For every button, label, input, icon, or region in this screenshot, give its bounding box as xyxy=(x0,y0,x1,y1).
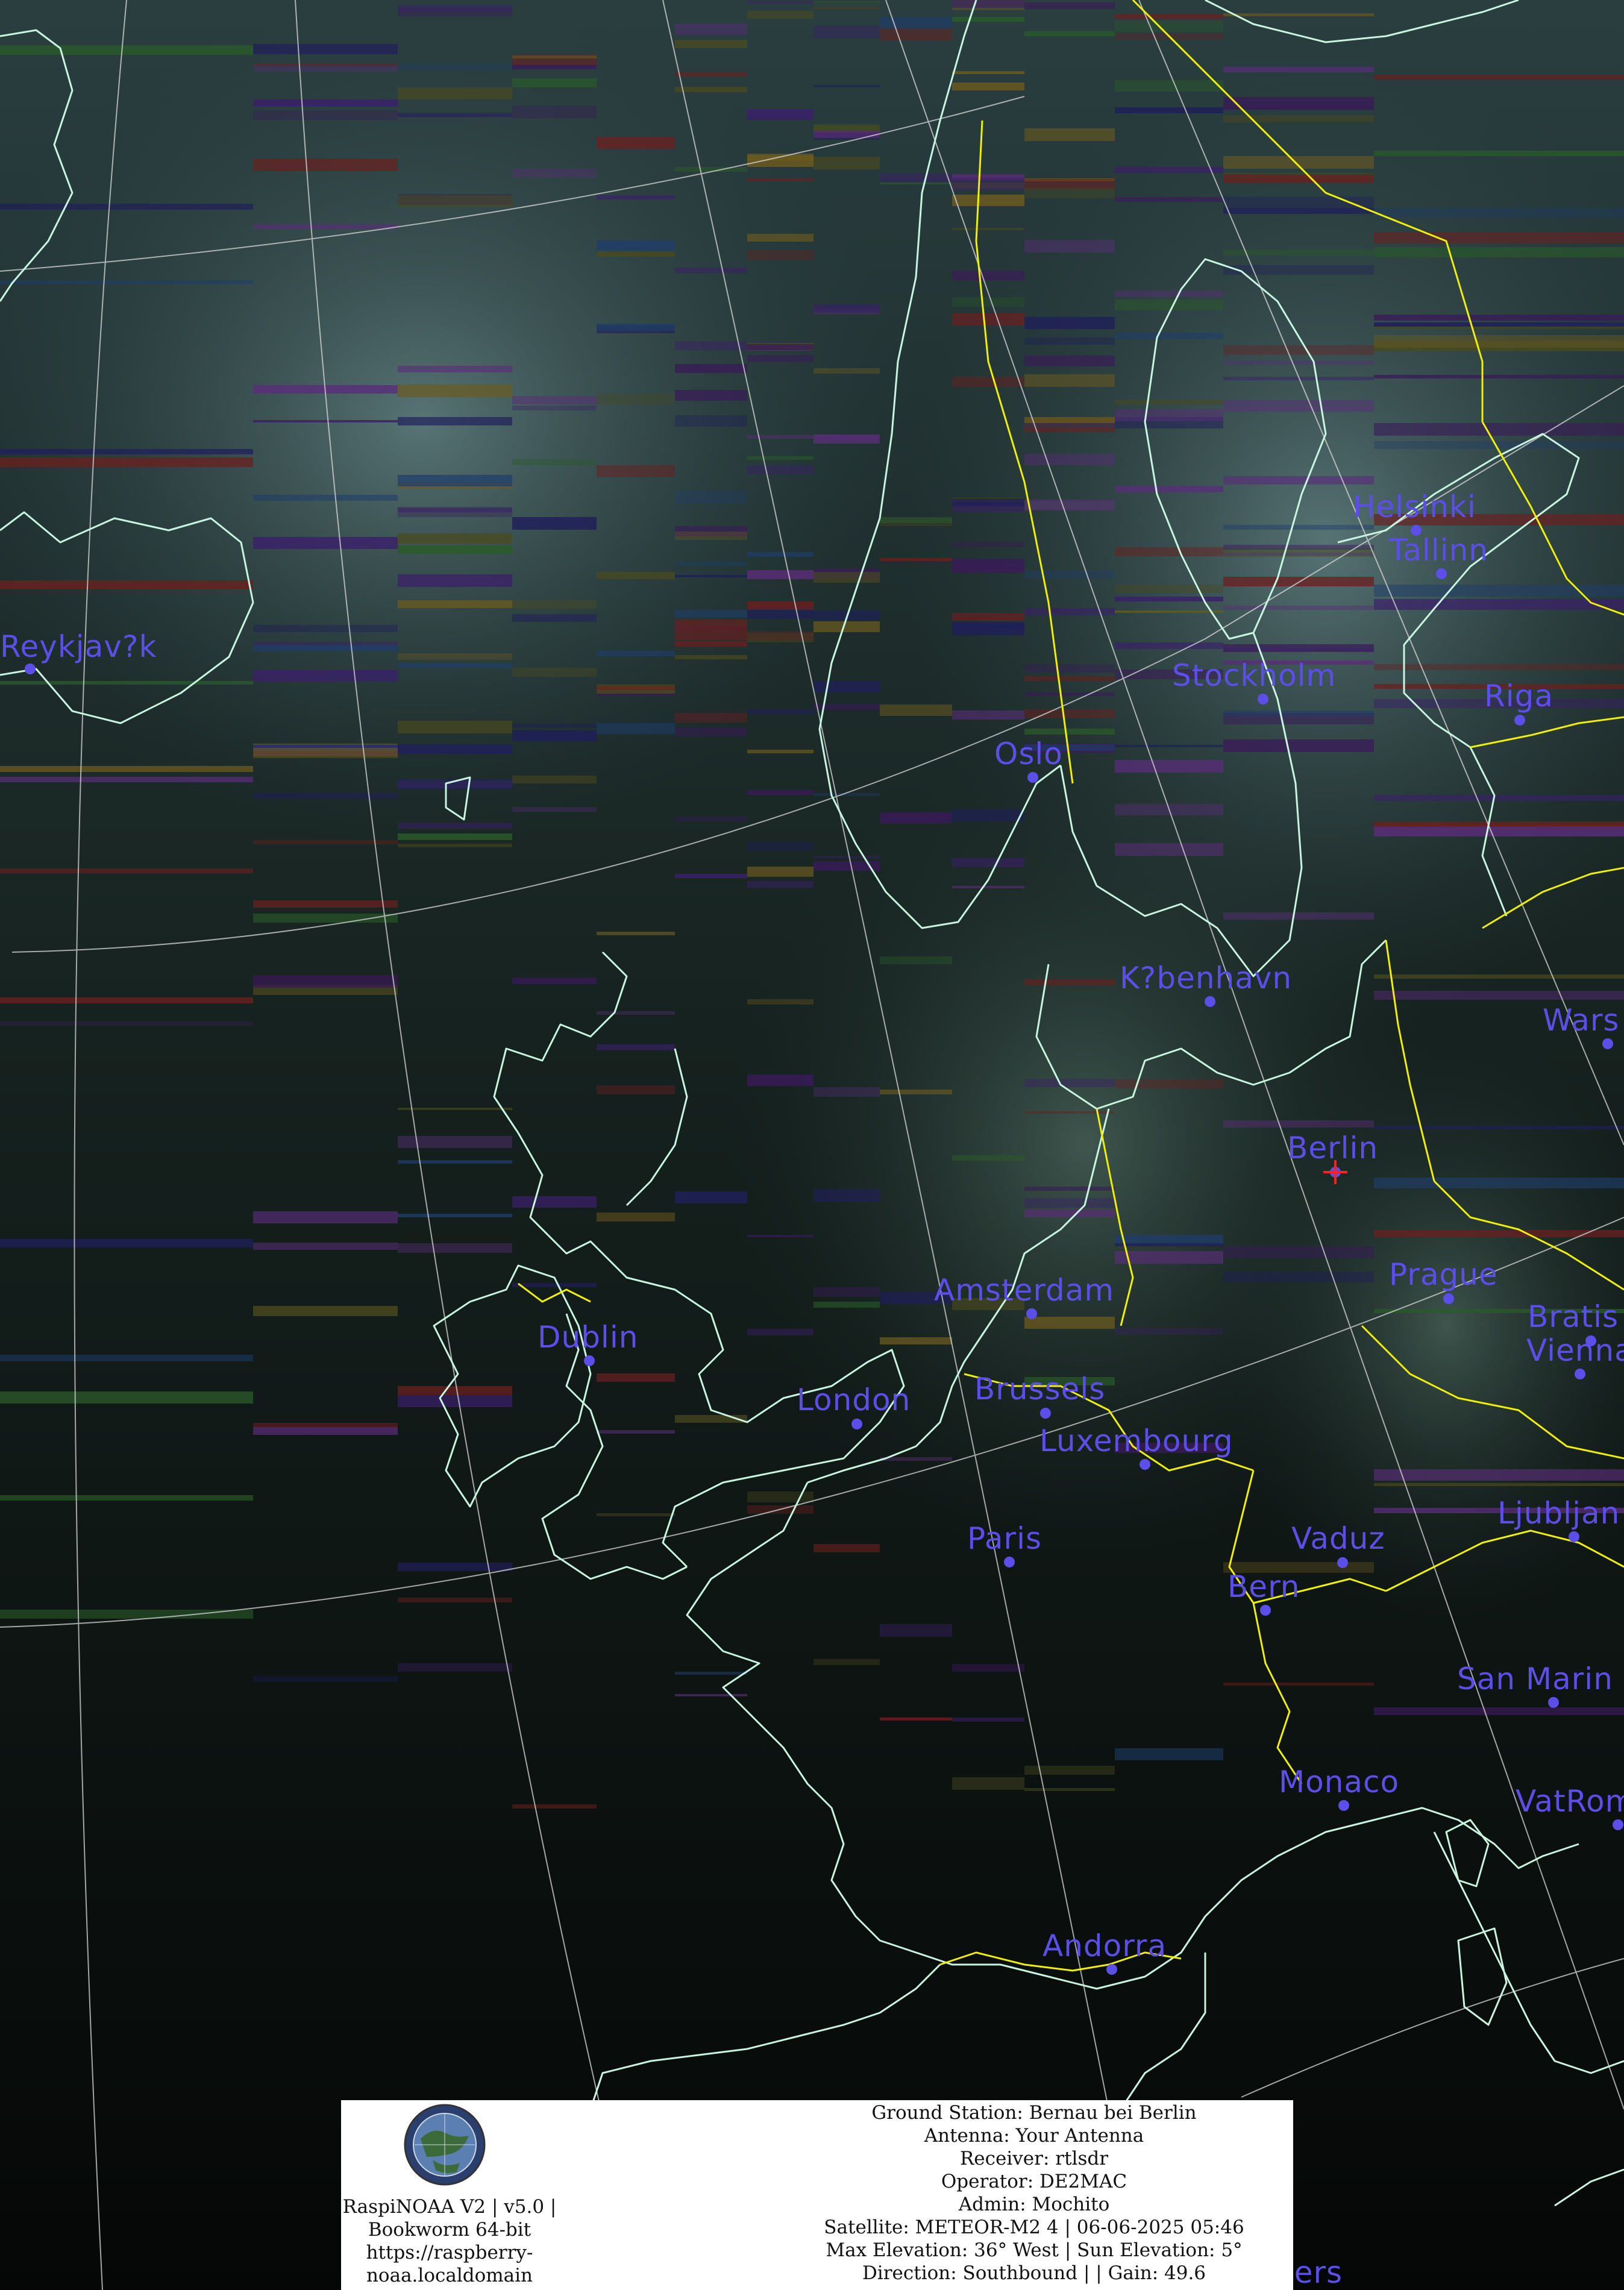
city-dot xyxy=(1443,1293,1454,1304)
city-label: London xyxy=(797,1382,911,1417)
city-dot xyxy=(1575,1369,1585,1379)
satellite-map: Reykjav?k Helsinki Tallinn Stockholm Riga Osl… xyxy=(0,0,1624,2290)
city-dot xyxy=(1338,1800,1349,1811)
city-label: Tallinn xyxy=(1388,533,1488,568)
station-line: https://raspberry- xyxy=(366,2242,533,2263)
city-label: Vaduz xyxy=(1291,1521,1385,1556)
city-dot xyxy=(25,663,36,674)
city-dot xyxy=(1602,1038,1613,1049)
detail-receiver: Receiver: rtlsdr xyxy=(959,2148,1109,2169)
city-dot xyxy=(1027,772,1038,783)
city-label: Prague xyxy=(1389,1257,1498,1292)
city-dot xyxy=(1260,1605,1271,1616)
info-panel: RaspiNOAA V2 | v5.0 | Bookworm 64-bit ht… xyxy=(341,2100,1293,2290)
detail-elevation: Max Elevation: 36° West | Sun Elevation:… xyxy=(826,2239,1243,2261)
city-label: Monaco xyxy=(1279,1765,1399,1799)
city-label: Oslo xyxy=(994,736,1063,771)
station-line: Bookworm 64-bit xyxy=(368,2219,531,2241)
city-label: San Marin xyxy=(1457,1661,1613,1696)
city-label: Reykjav?k xyxy=(0,629,157,664)
city-dot xyxy=(1436,568,1447,579)
city-label: Berlin xyxy=(1287,1131,1378,1165)
city-label: Bratis xyxy=(1528,1299,1619,1334)
city-dot xyxy=(1026,1308,1037,1319)
raspinoaa-globe-logo-icon xyxy=(404,2104,486,2186)
city-label: Wars xyxy=(1543,1003,1620,1038)
city-dot xyxy=(1140,1459,1150,1470)
city-label: Luxembourg xyxy=(1039,1423,1234,1458)
city-dot xyxy=(1514,715,1525,726)
city-label: Riga xyxy=(1484,679,1553,714)
detail-antenna: Antenna: Your Antenna xyxy=(924,2125,1144,2147)
city-dot xyxy=(1004,1557,1015,1567)
detail-operator: Operator: DE2MAC xyxy=(941,2171,1127,2192)
city-dot xyxy=(1040,1408,1051,1419)
city-label: Helsinki xyxy=(1353,489,1476,524)
detail-ground-station: Ground Station: Bernau bei Berlin xyxy=(871,2102,1197,2124)
city-dot xyxy=(1258,694,1268,704)
city-label: Brussels xyxy=(974,1372,1105,1407)
city-label: Bern xyxy=(1227,1569,1300,1604)
city-label: Ljubljan xyxy=(1497,1496,1620,1531)
city-label: Paris xyxy=(967,1521,1042,1556)
city-label: Stockholm xyxy=(1172,658,1336,693)
city-dot xyxy=(1613,1819,1623,1830)
station-info: RaspiNOAA V2 | v5.0 | Bookworm 64-bit ht… xyxy=(341,2195,558,2287)
city-label: K?benhavn xyxy=(1120,961,1292,996)
city-dot xyxy=(1337,1557,1348,1568)
detail-satellite: Satellite: METEOR-M2 4 | 06-06-2025 05:4… xyxy=(824,2216,1244,2238)
station-line: noaa.localdomain xyxy=(366,2265,533,2286)
city-label: Dublin xyxy=(538,1320,638,1355)
city-dot xyxy=(1106,1964,1117,1975)
station-line: RaspiNOAA V2 | v5.0 | xyxy=(342,2196,557,2218)
city-dot xyxy=(1569,1531,1579,1542)
city-dot xyxy=(584,1355,595,1366)
city-dot xyxy=(851,1419,862,1429)
city-label: Vienna xyxy=(1526,1333,1624,1368)
city-label: Amsterdam xyxy=(934,1273,1114,1308)
city-label: Andorra xyxy=(1042,1928,1167,1963)
city-label: VatRom xyxy=(1516,1784,1624,1819)
city-dot xyxy=(1205,996,1215,1007)
detail-direction: Direction: Southbound | | Gain: 49.6 xyxy=(862,2262,1206,2284)
pass-details: Ground Station: Bernau bei Berlin Antenn… xyxy=(775,2101,1293,2285)
city-dot xyxy=(1548,1697,1559,1708)
detail-admin: Admin: Mochito xyxy=(958,2194,1110,2215)
